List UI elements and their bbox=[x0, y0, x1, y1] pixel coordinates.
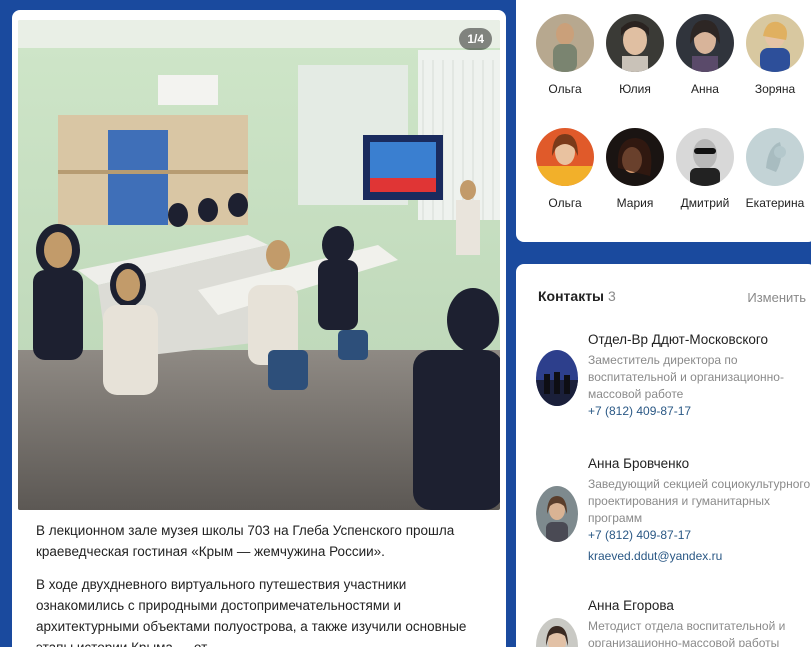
friend-name[interactable]: Ольга bbox=[530, 196, 600, 210]
friend-avatar[interactable] bbox=[676, 128, 734, 186]
avatar-photo-icon bbox=[676, 128, 734, 186]
avatar-photo-icon bbox=[606, 128, 664, 186]
friend-name[interactable]: Дмитрий bbox=[670, 196, 740, 210]
contacts-edit-link[interactable]: Изменить bbox=[747, 290, 806, 305]
contact-email[interactable]: kraeved.ddut@yandex.ru bbox=[588, 548, 811, 565]
post-photo[interactable]: 1/4 bbox=[18, 20, 500, 510]
photo-counter: 1/4 bbox=[459, 28, 492, 50]
friend-avatar[interactable] bbox=[606, 14, 664, 72]
contact-role: Заместитель директора по воспитательной … bbox=[588, 353, 784, 401]
friend-item[interactable]: Зоряна bbox=[740, 14, 810, 96]
friend-avatar[interactable] bbox=[676, 14, 734, 72]
contact-avatar[interactable] bbox=[536, 350, 578, 406]
friend-item[interactable]: Мария bbox=[600, 128, 670, 210]
friend-avatar[interactable] bbox=[606, 128, 664, 186]
avatar-photo-icon bbox=[676, 14, 734, 72]
contact-name[interactable]: Анна Бровченко bbox=[588, 454, 811, 474]
avatar-photo-icon bbox=[536, 14, 594, 72]
friend-avatar[interactable] bbox=[536, 128, 594, 186]
contacts-count: 3 bbox=[608, 288, 616, 304]
contact-info: Анна Егорова Методист отдела воспитатель… bbox=[588, 596, 811, 647]
contact-phone[interactable]: +7 (812) 409-87-17 bbox=[588, 527, 811, 544]
friend-name[interactable]: Мария bbox=[600, 196, 670, 210]
friend-item[interactable]: Ольга bbox=[530, 14, 600, 96]
avatar-photo-icon bbox=[536, 350, 578, 406]
avatar-photo-icon bbox=[746, 128, 804, 186]
contact-name[interactable]: Отдел-Вр Ддют-Московского bbox=[588, 330, 811, 350]
contact-role: Методист отдела воспитательной и организ… bbox=[588, 619, 786, 647]
friend-item[interactable]: Юлия bbox=[600, 14, 670, 96]
contact-name[interactable]: Анна Егорова bbox=[588, 596, 811, 616]
friend-avatar[interactable] bbox=[746, 14, 804, 72]
post-card: 1/4 В лекционном зале музея школы 703 на… bbox=[12, 10, 506, 647]
friend-avatar[interactable] bbox=[746, 128, 804, 186]
avatar-photo-icon bbox=[536, 128, 594, 186]
friend-item[interactable]: Екатерина bbox=[740, 128, 810, 210]
avatar-photo-icon bbox=[746, 14, 804, 72]
avatar-photo-icon bbox=[536, 486, 578, 542]
contacts-header[interactable]: Контакты 3 bbox=[538, 288, 616, 304]
friend-name[interactable]: Анна bbox=[670, 82, 740, 96]
friend-name[interactable]: Юлия bbox=[600, 82, 670, 96]
contact-avatar[interactable] bbox=[536, 486, 578, 542]
avatar-photo-icon bbox=[606, 14, 664, 72]
contacts-title: Контакты bbox=[538, 288, 605, 304]
friend-name[interactable]: Ольга bbox=[530, 82, 600, 96]
contact-phone[interactable]: +7 (812) 409-87-17 bbox=[588, 403, 811, 420]
contact-role: Заведующий секцией социокультурного прое… bbox=[588, 477, 811, 525]
contact-info: Анна Бровченко Заведующий секцией социок… bbox=[588, 454, 811, 565]
friend-item[interactable]: Анна bbox=[670, 14, 740, 96]
friend-name[interactable]: Зоряна bbox=[740, 82, 810, 96]
friend-name[interactable]: Екатерина bbox=[740, 196, 810, 210]
friends-card: Ольга Юлия Анна Зоряна Ольга Мария Дмитр… bbox=[516, 0, 811, 242]
classroom-photo bbox=[18, 20, 500, 510]
contact-avatar[interactable] bbox=[536, 618, 578, 647]
post-paragraph-2: В ходе двухдневного виртуального путешес… bbox=[36, 577, 467, 647]
avatar-photo-icon bbox=[536, 618, 578, 647]
post-text: В лекционном зале музея школы 703 на Гле… bbox=[36, 520, 496, 647]
friend-avatar[interactable] bbox=[536, 14, 594, 72]
friend-item[interactable]: Ольга bbox=[530, 128, 600, 210]
post-paragraph-1: В лекционном зале музея школы 703 на Гле… bbox=[36, 523, 455, 559]
friend-item[interactable]: Дмитрий bbox=[670, 128, 740, 210]
contact-info: Отдел-Вр Ддют-Московского Заместитель ди… bbox=[588, 330, 811, 420]
contacts-card: Контакты 3 Изменить Отдел-Вр Ддют-Московс… bbox=[516, 264, 811, 647]
